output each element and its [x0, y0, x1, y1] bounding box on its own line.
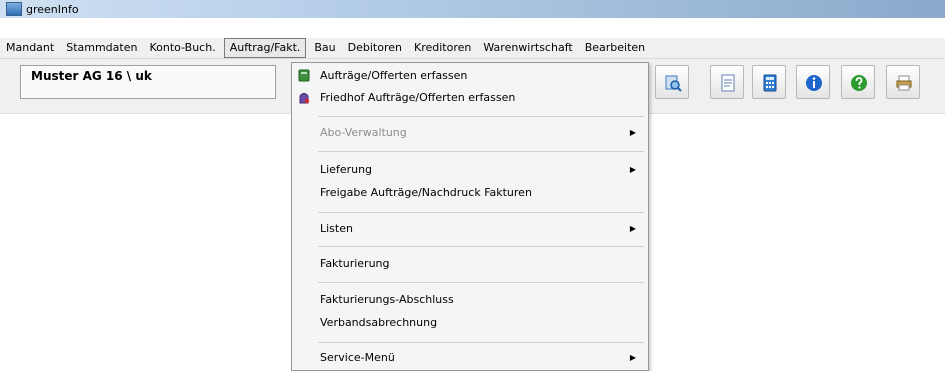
menu-kreditoren[interactable]: Kreditoren — [408, 39, 477, 57]
menu-separator — [318, 151, 644, 152]
menu-separator — [318, 342, 644, 343]
auftrag-dropdown-menu: Aufträge/Offerten erfassen Friedhof Auft… — [291, 62, 649, 371]
document-button[interactable] — [710, 65, 744, 99]
info-icon — [806, 75, 822, 91]
app-icon — [6, 2, 22, 16]
menu-item-label: Verbandsabrechnung — [320, 316, 438, 329]
menu-item-fakturierungs-abschluss[interactable]: Fakturierungs-Abschluss — [292, 289, 648, 311]
menu-item-label: Lieferung — [320, 163, 373, 176]
company-field[interactable]: Muster AG 16 \ uk — [20, 65, 276, 99]
company-label: Muster AG 16 \ uk — [31, 69, 152, 83]
menu-item-label: Friedhof Aufträge/Offerten erfassen — [320, 91, 516, 104]
printer-button[interactable] — [886, 65, 920, 99]
menu-item-auftraege-erfassen[interactable]: Aufträge/Offerten erfassen — [292, 65, 648, 87]
menu-item-label: Freigabe Aufträge/Nachdruck Fakturen — [320, 186, 532, 199]
menu-separator — [318, 282, 644, 283]
submenu-arrow-icon: ▶ — [629, 224, 636, 233]
menu-separator — [318, 246, 644, 247]
menu-item-freigabe[interactable]: Freigabe Aufträge/Nachdruck Fakturen — [292, 182, 648, 204]
search-document-button[interactable] — [655, 65, 689, 99]
menu-bar: Mandant Stammdaten Konto-Buch. Auftrag/F… — [0, 38, 945, 59]
menu-item-verbandsabrechnung[interactable]: Verbandsabrechnung — [292, 312, 648, 334]
menu-item-lieferung[interactable]: Lieferung ▶ — [292, 159, 648, 181]
menu-item-label: Service-Menü — [320, 351, 395, 364]
menu-konto-buch[interactable]: Konto-Buch. — [143, 39, 221, 57]
menu-item-listen[interactable]: Listen ▶ — [292, 218, 648, 240]
title-bar: greenInfo — [0, 0, 945, 18]
document-icon — [721, 74, 735, 92]
submenu-arrow-icon: ▶ — [629, 353, 636, 362]
submenu-arrow-icon: ▶ — [629, 165, 636, 174]
menu-bau[interactable]: Bau — [308, 39, 341, 57]
help-button[interactable] — [841, 65, 875, 99]
printer-icon — [896, 75, 912, 91]
menu-separator — [318, 212, 644, 213]
menu-auftrag-fakt[interactable]: Auftrag/Fakt. — [223, 38, 307, 58]
menu-item-label: Fakturierung — [320, 257, 390, 270]
menu-bearbeiten[interactable]: Bearbeiten — [579, 39, 651, 57]
menu-item-friedhof-auftraege[interactable]: Friedhof Aufträge/Offerten erfassen — [292, 87, 648, 109]
calculator-icon — [763, 74, 777, 92]
menu-warenwirtschaft[interactable]: Warenwirtschaft — [477, 39, 578, 57]
submenu-arrow-icon: ▶ — [629, 128, 636, 137]
menu-item-label: Aufträge/Offerten erfassen — [320, 69, 468, 82]
menu-separator — [318, 116, 644, 117]
menu-mandant[interactable]: Mandant — [0, 39, 60, 57]
menu-item-fakturierung[interactable]: Fakturierung — [292, 253, 648, 275]
menu-item-service-menu[interactable]: Service-Menü ▶ — [292, 347, 648, 369]
info-button[interactable] — [796, 65, 830, 99]
search-document-icon — [665, 75, 682, 92]
menu-item-abo-verwaltung[interactable]: Abo-Verwaltung ▶ — [292, 122, 648, 144]
menu-debitoren[interactable]: Debitoren — [342, 39, 408, 57]
order-book-icon — [298, 69, 310, 82]
menu-item-label: Abo-Verwaltung — [320, 126, 407, 139]
menu-item-label: Fakturierungs-Abschluss — [320, 293, 454, 306]
menu-stammdaten[interactable]: Stammdaten — [60, 39, 143, 57]
calculator-button[interactable] — [752, 65, 786, 99]
help-icon — [851, 75, 867, 91]
window-title: greenInfo — [26, 2, 79, 16]
menu-item-label: Listen — [320, 222, 353, 235]
cemetery-icon — [299, 93, 310, 104]
